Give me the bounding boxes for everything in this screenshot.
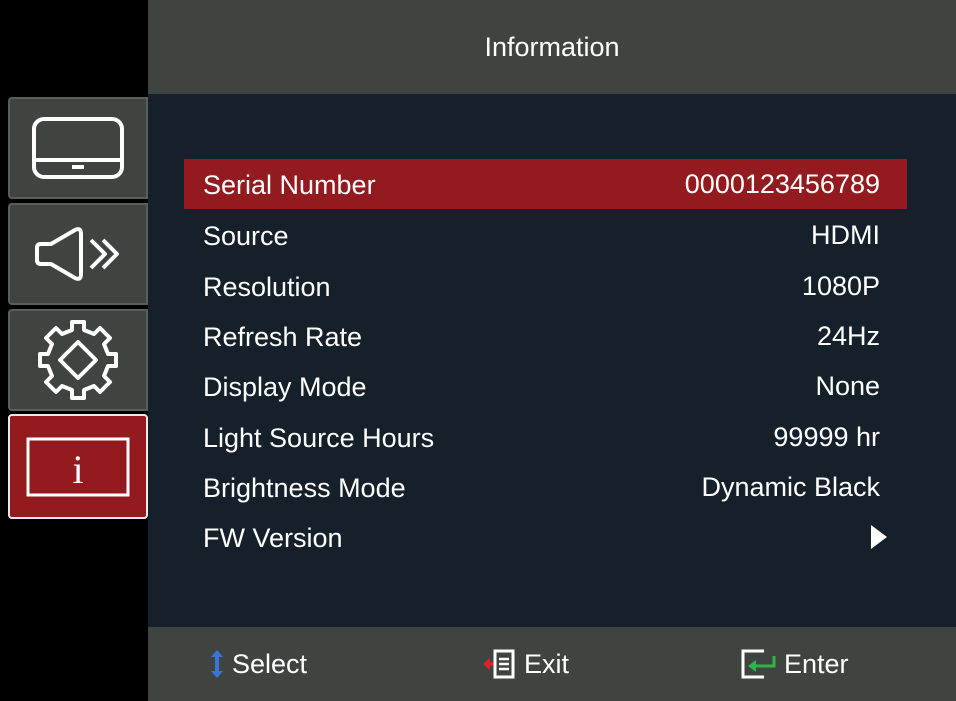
- header: Information: [148, 0, 956, 94]
- info-row-label: Refresh Rate: [203, 321, 363, 352]
- sidebar: i: [0, 0, 148, 701]
- arrow-right-icon: [870, 524, 888, 550]
- info-row-value: 1080P: [801, 270, 880, 301]
- info-row-label: Resolution: [203, 271, 331, 302]
- info-row-label: FW Version: [203, 522, 343, 553]
- sidebar-item-information[interactable]: i: [8, 414, 148, 519]
- info-panel: Serial Number 0000123456789 Source HDMI …: [148, 94, 956, 627]
- info-row-refresh-rate[interactable]: Refresh Rate 24Hz: [184, 311, 907, 361]
- info-row-label: Light Source Hours: [203, 422, 435, 453]
- info-row-fw-version[interactable]: FW Version: [184, 512, 907, 562]
- info-row-serial-number[interactable]: Serial Number 0000123456789: [184, 159, 907, 209]
- info-row-display-mode[interactable]: Display Mode None: [184, 361, 907, 411]
- enter-hint[interactable]: Enter: [740, 627, 849, 701]
- select-hint: Select: [210, 627, 307, 701]
- exit-label: Exit: [524, 648, 570, 679]
- info-row-resolution[interactable]: Resolution 1080P: [184, 261, 907, 311]
- info-icon: i: [25, 436, 131, 498]
- up-down-arrow-icon: [210, 649, 224, 679]
- info-row-source[interactable]: Source HDMI: [184, 210, 907, 260]
- info-row-label: Display Mode: [203, 371, 367, 402]
- exit-hint[interactable]: Exit: [482, 627, 569, 701]
- info-row-value: Dynamic Black: [701, 471, 880, 502]
- info-row-value: HDMI: [811, 219, 880, 250]
- info-row-value: None: [815, 370, 880, 401]
- sidebar-item-settings[interactable]: [8, 309, 148, 411]
- info-row-value: 24Hz: [816, 320, 880, 351]
- settings-gear-icon: [35, 317, 121, 403]
- page-title: Information: [484, 31, 620, 62]
- footer: Select Exit Enter: [148, 627, 956, 701]
- enter-label: Enter: [784, 648, 849, 679]
- info-row-light-source-hours[interactable]: Light Source Hours 99999 hr: [184, 412, 907, 462]
- info-row-value: 0000123456789: [684, 168, 880, 199]
- enter-icon: [740, 648, 776, 680]
- exit-menu-icon: [482, 648, 516, 680]
- info-row-label: Brightness Mode: [203, 472, 406, 503]
- info-row-label: Source: [203, 220, 289, 251]
- info-row-label: Serial Number: [203, 169, 376, 200]
- info-row-value: 99999 hr: [773, 421, 880, 452]
- info-glyph: i: [72, 447, 83, 492]
- display-icon: [31, 116, 125, 180]
- sidebar-item-display[interactable]: [8, 97, 148, 199]
- audio-icon: [31, 224, 125, 284]
- info-row-brightness-mode[interactable]: Brightness Mode Dynamic Black: [184, 462, 907, 512]
- sidebar-item-audio[interactable]: [8, 203, 148, 305]
- select-label: Select: [232, 648, 308, 679]
